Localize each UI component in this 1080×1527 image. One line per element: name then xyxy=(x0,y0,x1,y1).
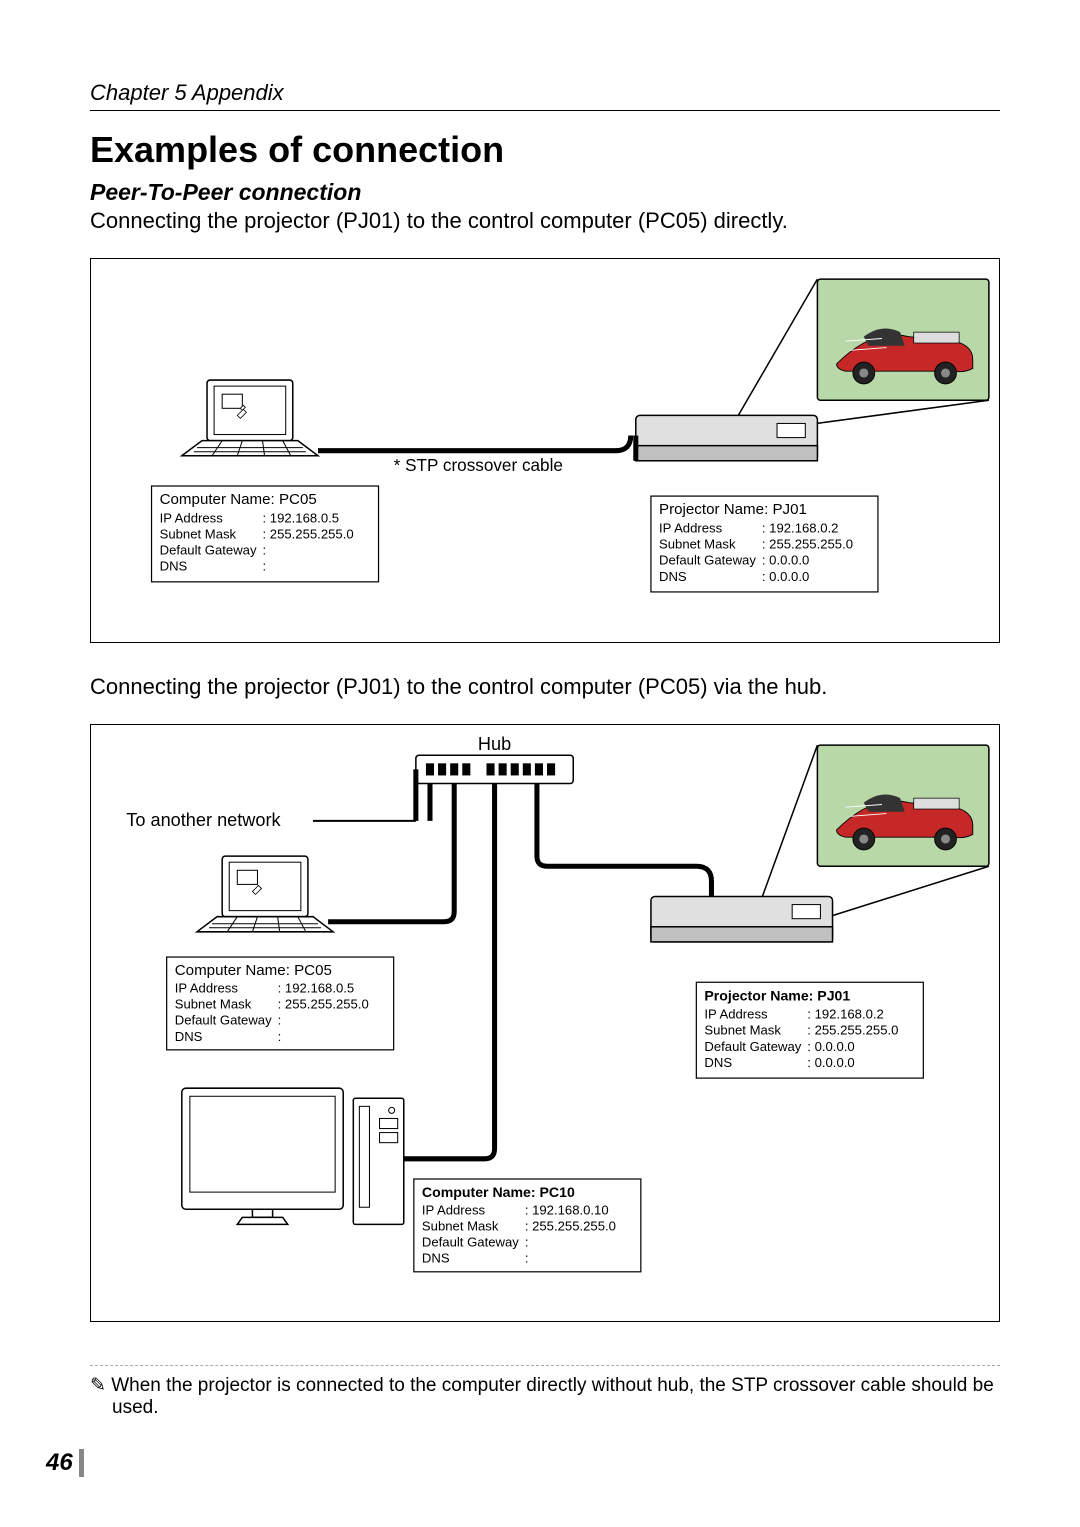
paragraph-1: Connecting the projector (PJ01) to the c… xyxy=(90,208,1000,234)
svg-text:Subnet Mask: Subnet Mask xyxy=(175,997,252,1012)
svg-text:IP Address: IP Address xyxy=(704,1007,768,1022)
svg-text:To another network: To another network xyxy=(126,810,281,830)
page-title: Examples of connection xyxy=(90,129,1000,171)
svg-text:IP Address: IP Address xyxy=(175,981,239,996)
svg-text::: : xyxy=(263,543,267,558)
svg-text:: 192.168.0.10: : 192.168.0.10 xyxy=(525,1203,609,1218)
diagram-via-hub: Hub To another network xyxy=(90,724,1000,1321)
svg-text:DNS: DNS xyxy=(422,1251,450,1266)
svg-text:Projector Name: PJ01: Projector Name: PJ01 xyxy=(704,988,850,1004)
diagram-peer-to-peer: * STP crossover cable Computer Name: PC0… xyxy=(90,258,1000,643)
svg-text:: 192.168.0.2: : 192.168.0.2 xyxy=(762,520,839,535)
svg-text:Default Gateway: Default Gateway xyxy=(422,1235,519,1250)
svg-text:DNS: DNS xyxy=(160,559,188,574)
svg-text:: 255.255.255.0: : 255.255.255.0 xyxy=(807,1023,898,1038)
svg-text:: 0.0.0.0: : 0.0.0.0 xyxy=(762,569,809,584)
svg-text:IP Address: IP Address xyxy=(659,520,723,535)
footer-rule xyxy=(90,1365,1000,1366)
svg-text::: : xyxy=(278,1013,282,1028)
svg-text:Subnet Mask: Subnet Mask xyxy=(659,537,736,552)
chapter-heading: Chapter 5 Appendix xyxy=(90,80,1000,111)
svg-text:: 0.0.0.0: : 0.0.0.0 xyxy=(762,553,809,568)
svg-text:Subnet Mask: Subnet Mask xyxy=(160,526,237,541)
svg-text:: 255.255.255.0: : 255.255.255.0 xyxy=(762,537,853,552)
svg-text::: : xyxy=(525,1251,529,1266)
svg-text:: 255.255.255.0: : 255.255.255.0 xyxy=(525,1219,616,1234)
svg-text::: : xyxy=(525,1235,529,1250)
footnote: ✎ When the projector is connected to the… xyxy=(90,1374,1000,1419)
cable-label: * STP crossover cable xyxy=(394,455,563,475)
svg-text:IP Address: IP Address xyxy=(422,1203,486,1218)
svg-text:: 255.255.255.0: : 255.255.255.0 xyxy=(278,997,369,1012)
svg-text::: : xyxy=(263,559,267,574)
svg-text:Default Gateway: Default Gateway xyxy=(175,1013,272,1028)
svg-text:: 0.0.0.0: : 0.0.0.0 xyxy=(807,1039,854,1054)
page: Chapter 5 Appendix Examples of connectio… xyxy=(0,0,1080,1527)
svg-text:DNS: DNS xyxy=(704,1055,732,1070)
svg-text:Hub: Hub xyxy=(478,735,511,755)
svg-text:Default Gateway: Default Gateway xyxy=(659,553,756,568)
svg-text:Subnet Mask: Subnet Mask xyxy=(422,1219,499,1234)
svg-text:Computer Name: PC05: Computer Name: PC05 xyxy=(160,491,317,508)
svg-text:: 255.255.255.0: : 255.255.255.0 xyxy=(263,526,354,541)
svg-text:Computer Name: PC05: Computer Name: PC05 xyxy=(175,963,332,980)
page-number: 46 xyxy=(46,1449,84,1477)
svg-text:Projector Name: PJ01: Projector Name: PJ01 xyxy=(659,501,807,518)
svg-text::: : xyxy=(278,1029,282,1044)
svg-text:IP Address: IP Address xyxy=(160,510,224,525)
svg-text:Default Gateway: Default Gateway xyxy=(704,1039,801,1054)
svg-text:: 192.168.0.2: : 192.168.0.2 xyxy=(807,1007,884,1022)
svg-text:DNS: DNS xyxy=(659,569,687,584)
svg-text:Computer Name: PC10: Computer Name: PC10 xyxy=(422,1185,575,1201)
svg-text:DNS: DNS xyxy=(175,1029,203,1044)
svg-text:Subnet Mask: Subnet Mask xyxy=(704,1023,781,1038)
svg-text:Default Gateway: Default Gateway xyxy=(160,543,257,558)
section-subtitle: Peer-To-Peer connection xyxy=(90,179,1000,206)
svg-text:: 192.168.0.5: : 192.168.0.5 xyxy=(263,510,340,525)
svg-text:: 0.0.0.0: : 0.0.0.0 xyxy=(807,1055,854,1070)
paragraph-2: Connecting the projector (PJ01) to the c… xyxy=(90,674,1000,700)
svg-text:: 192.168.0.5: : 192.168.0.5 xyxy=(278,981,355,996)
